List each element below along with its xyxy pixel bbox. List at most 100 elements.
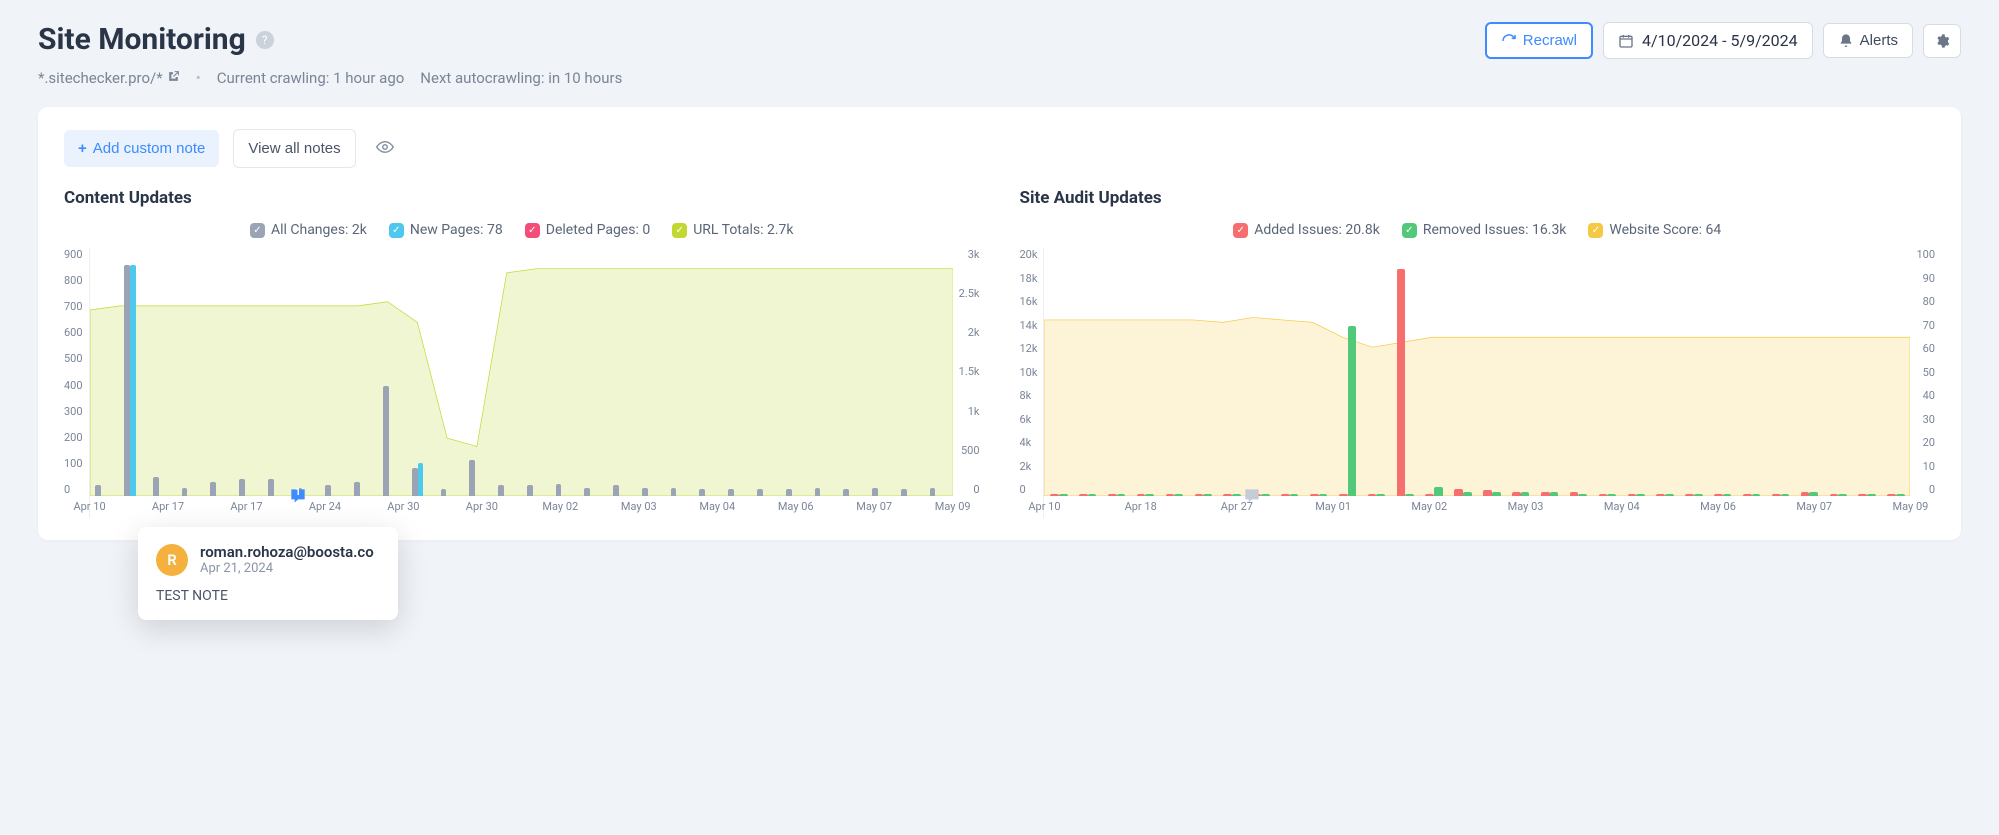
bar[interactable] <box>1694 494 1703 496</box>
bar[interactable] <box>498 485 504 496</box>
legend-website-score[interactable]: ✓Website Score: 64 <box>1588 222 1721 238</box>
bar[interactable] <box>1463 492 1472 496</box>
bar[interactable] <box>584 488 590 496</box>
domain-link[interactable]: *.sitechecker.pro/* <box>38 69 180 87</box>
bar[interactable] <box>901 489 907 496</box>
bar[interactable] <box>1108 494 1117 496</box>
add-note-button[interactable]: + Add custom note <box>64 130 219 167</box>
bar[interactable] <box>153 477 159 496</box>
bar[interactable] <box>1137 494 1146 496</box>
bar[interactable] <box>527 485 533 496</box>
legend-added-issues[interactable]: ✓Added Issues: 20.8k <box>1233 222 1380 238</box>
bar[interactable] <box>1685 494 1694 496</box>
bar[interactable] <box>1397 269 1406 496</box>
bar[interactable] <box>1781 494 1790 496</box>
bar[interactable] <box>1858 494 1867 496</box>
settings-button[interactable] <box>1923 24 1961 58</box>
bar[interactable] <box>613 485 619 496</box>
bar[interactable] <box>1896 494 1905 496</box>
bar[interactable] <box>815 488 821 496</box>
bar[interactable] <box>1838 494 1847 496</box>
bar[interactable] <box>1801 492 1810 496</box>
bar[interactable] <box>1830 494 1839 496</box>
bar[interactable] <box>182 488 188 496</box>
legend-url-totals[interactable]: ✓URL Totals: 2.7k <box>672 222 793 238</box>
bar[interactable] <box>1541 492 1550 496</box>
bar[interactable] <box>418 463 424 496</box>
bar[interactable] <box>95 485 101 496</box>
bar[interactable] <box>469 460 475 496</box>
bar[interactable] <box>1550 492 1559 496</box>
bar[interactable] <box>1174 494 1183 496</box>
bar[interactable] <box>1743 494 1752 496</box>
view-notes-button[interactable]: View all notes <box>233 129 355 168</box>
bar[interactable] <box>1405 494 1414 496</box>
bar[interactable] <box>1887 494 1896 496</box>
bar[interactable] <box>268 479 274 496</box>
bar[interactable] <box>1809 492 1818 496</box>
bar[interactable] <box>1203 494 1212 496</box>
bar[interactable] <box>1521 492 1530 496</box>
bar[interactable] <box>1223 494 1232 496</box>
bar[interactable] <box>728 489 734 496</box>
bar[interactable] <box>1752 494 1761 496</box>
bar[interactable] <box>642 488 648 496</box>
bar[interactable] <box>1714 494 1723 496</box>
bar[interactable] <box>1578 494 1587 496</box>
bar[interactable] <box>699 489 705 496</box>
bar[interactable] <box>1368 494 1377 496</box>
bar[interactable] <box>354 482 360 496</box>
plot-area[interactable] <box>1044 248 1910 496</box>
visibility-toggle[interactable] <box>370 132 400 166</box>
bar[interactable] <box>1310 494 1319 496</box>
bar[interactable] <box>671 488 677 496</box>
bar[interactable] <box>556 484 562 496</box>
bar[interactable] <box>1339 494 1348 496</box>
bar[interactable] <box>1117 494 1126 496</box>
bar[interactable] <box>325 485 331 496</box>
bar[interactable] <box>1425 494 1434 496</box>
bar[interactable] <box>1050 494 1059 496</box>
legend-removed-issues[interactable]: ✓Removed Issues: 16.3k <box>1402 222 1567 238</box>
bar[interactable] <box>1434 487 1443 496</box>
bar[interactable] <box>872 488 878 496</box>
bar[interactable] <box>786 489 792 496</box>
bar[interactable] <box>757 489 763 496</box>
bar[interactable] <box>1079 494 1088 496</box>
bar[interactable] <box>1454 489 1463 496</box>
bar[interactable] <box>930 488 936 496</box>
bar[interactable] <box>1290 494 1299 496</box>
bar[interactable] <box>130 265 136 496</box>
bar[interactable] <box>1492 492 1501 496</box>
bar[interactable] <box>1483 490 1492 496</box>
bar[interactable] <box>1867 494 1876 496</box>
bar[interactable] <box>1376 494 1385 496</box>
bar[interactable] <box>843 489 849 496</box>
bar[interactable] <box>1232 494 1241 496</box>
bar[interactable] <box>441 489 447 496</box>
bar[interactable] <box>1195 494 1204 496</box>
bar[interactable] <box>124 265 130 496</box>
bar[interactable] <box>1319 494 1328 496</box>
recrawl-button[interactable]: Recrawl <box>1485 22 1593 59</box>
bar[interactable] <box>1088 494 1097 496</box>
bar[interactable] <box>1628 494 1637 496</box>
legend-all-changes[interactable]: ✓All Changes: 2k <box>250 222 367 238</box>
bar[interactable] <box>1348 326 1357 496</box>
bar[interactable] <box>383 386 389 496</box>
bar[interactable] <box>1607 494 1616 496</box>
legend-deleted-pages[interactable]: ✓Deleted Pages: 0 <box>525 222 650 238</box>
legend-new-pages[interactable]: ✓New Pages: 78 <box>389 222 503 238</box>
bar[interactable] <box>1281 494 1290 496</box>
help-icon[interactable]: ? <box>256 31 274 49</box>
bar[interactable] <box>1665 494 1674 496</box>
date-range-picker[interactable]: 4/10/2024 - 5/9/2024 <box>1603 22 1813 59</box>
bar[interactable] <box>412 468 418 496</box>
bar[interactable] <box>1059 494 1068 496</box>
bar[interactable] <box>1512 492 1521 496</box>
plot-area[interactable]: 1 <box>90 248 953 496</box>
bar[interactable] <box>1723 494 1732 496</box>
bar[interactable] <box>239 479 245 496</box>
bar[interactable] <box>1145 494 1154 496</box>
bar[interactable] <box>1166 494 1175 496</box>
